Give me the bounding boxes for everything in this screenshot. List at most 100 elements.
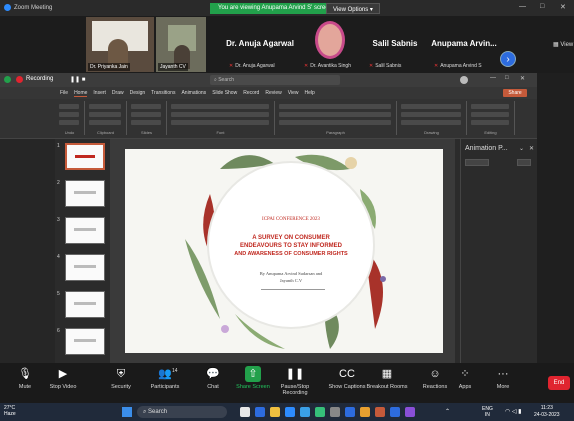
participant-name-text: Salil Sabnis (375, 63, 402, 69)
ribbon-control[interactable] (171, 104, 269, 109)
ribbon-control[interactable] (279, 120, 391, 125)
play-all-button[interactable] (465, 159, 489, 166)
view-button[interactable]: ▦ View (553, 41, 573, 48)
powerpoint-icon[interactable] (375, 407, 385, 417)
chrome-icon[interactable] (360, 407, 370, 417)
ribbon-control[interactable] (471, 112, 509, 117)
menu-item[interactable]: Record (243, 90, 259, 96)
authors-line: By Anupama Arvind Sudarsan and (259, 271, 323, 276)
ribbon-control[interactable] (171, 112, 269, 117)
word-icon[interactable] (390, 407, 400, 417)
participant-name-text: Dr. Anuja Agarwal (235, 63, 275, 69)
taskbar-search[interactable]: ⌕ Search (137, 406, 227, 418)
participant-name: Jayanth CV (158, 63, 188, 71)
slide-thumbnail[interactable] (65, 328, 105, 355)
maximize-icon[interactable]: □ (505, 75, 509, 81)
ribbon-control[interactable] (401, 112, 461, 117)
slide-thumbnail[interactable] (65, 291, 105, 318)
ribbon-control[interactable] (471, 120, 509, 125)
windows-taskbar: 27°C Haze ⌕ Search ⌃ ENG IN ◠ ◁ ▮ 11:23 2… (0, 403, 574, 421)
slide-thumbnail[interactable] (65, 217, 105, 244)
close-pane-icon[interactable]: ✕ (529, 145, 534, 152)
ribbon-control[interactable] (401, 120, 461, 125)
video-tile[interactable]: Dr. Priyanka Jain (86, 17, 154, 72)
slide-thumbnail[interactable] (65, 180, 105, 207)
close-icon[interactable]: ✕ (520, 75, 525, 82)
ribbon-control[interactable] (59, 104, 79, 109)
stop-video-button[interactable]: ▶ Stop Video (38, 366, 88, 390)
control-label: Show Captions (328, 384, 366, 390)
ribbon-control[interactable] (59, 120, 79, 125)
teams-icon[interactable] (405, 407, 415, 417)
breakout-rooms-button[interactable]: ▦ Breakout Rooms (362, 366, 412, 390)
wifi-volume-battery-icon[interactable]: ◠ ◁ ▮ (505, 408, 522, 415)
taskbar-clock[interactable]: 11:23 24-03-2023 (534, 405, 560, 419)
video-tile[interactable]: Salil Sabnis ✕ Salil Sabnis (365, 17, 425, 72)
grid-icon: ▦ (381, 368, 393, 380)
view-options-button[interactable]: View Options ▾ (326, 3, 380, 14)
slide-thumbnail[interactable] (65, 254, 105, 281)
mail-icon[interactable] (300, 407, 310, 417)
ribbon-control[interactable] (171, 120, 269, 125)
ribbon-control[interactable] (279, 104, 391, 109)
menu-item[interactable]: Design (130, 90, 146, 96)
video-tile[interactable]: Dr. Anuja Agarwal ✕ Dr. Anuja Agarwal (225, 17, 295, 72)
pause-recording-icon[interactable]: ❚❚ ■ (70, 76, 85, 83)
menu-item[interactable]: Slide Show (212, 90, 237, 96)
ribbon-control[interactable] (401, 104, 461, 109)
ribbon-control[interactable] (131, 104, 161, 109)
minimize-icon[interactable]: — (490, 75, 496, 81)
ribbon-control[interactable] (89, 120, 121, 125)
menu-item[interactable]: View (288, 90, 299, 96)
zoom-app-icon[interactable] (255, 407, 265, 417)
zoom-icon[interactable] (285, 407, 295, 417)
current-slide[interactable]: ICPAI CONFERENCE 2023 A SURVEY ON CONSUM… (125, 149, 443, 353)
ribbon-control[interactable] (59, 112, 79, 117)
more-button[interactable]: ··· More (478, 366, 528, 390)
menu-item[interactable]: Animations (181, 90, 206, 96)
menu-item[interactable]: Home (74, 90, 88, 97)
pause-stop-recording-button[interactable]: ❚❚ Pause/Stop Recording (270, 366, 320, 396)
ribbon-control[interactable] (89, 104, 121, 109)
ppt-search-input[interactable]: ⌕ Search (210, 75, 340, 85)
avatar[interactable] (460, 76, 468, 84)
windows-start-icon[interactable] (122, 407, 132, 417)
video-tile[interactable]: Anupama Arvin... ✕ Anupama Arvind S (430, 17, 498, 72)
security-button[interactable]: ⛨ Security (96, 366, 146, 390)
ribbon-group: Slides (127, 101, 167, 135)
weather-widget[interactable]: 27°C Haze (4, 405, 16, 417)
weather-text: Haze (4, 411, 16, 417)
file-explorer-icon[interactable] (270, 407, 280, 417)
menu-item[interactable]: Help (304, 90, 314, 96)
menu-item[interactable]: Review (265, 90, 281, 96)
reorder-buttons[interactable] (517, 159, 531, 166)
participants-button[interactable]: 👥 Participants 14 (140, 366, 190, 390)
menu-item[interactable]: Insert (93, 90, 106, 96)
language-indicator[interactable]: ENG IN (482, 406, 493, 418)
menu-item[interactable]: Transitions (151, 90, 175, 96)
edge-icon[interactable] (315, 407, 325, 417)
close-icon[interactable]: ✕ (560, 3, 566, 11)
minimize-icon[interactable]: — (519, 3, 526, 10)
ribbon-control[interactable] (279, 112, 391, 117)
maximize-icon[interactable]: □ (540, 3, 544, 10)
video-tile[interactable]: Jayanth CV (156, 17, 206, 72)
video-tile[interactable]: ✕ Dr. Avantika Singh (300, 17, 360, 72)
tray-chevron-icon[interactable]: ⌃ (445, 408, 450, 415)
menu-item[interactable]: File (60, 90, 68, 96)
menu-item[interactable]: Draw (112, 90, 124, 96)
end-button[interactable]: End (548, 376, 570, 390)
ribbon-control[interactable] (89, 112, 121, 117)
app-icon[interactable] (345, 407, 355, 417)
authors-line: Jayanth C.V (279, 278, 303, 283)
share-button[interactable]: Share (503, 89, 527, 97)
pane-options-icon[interactable]: ⌄ (519, 145, 524, 152)
task-view-icon[interactable] (240, 407, 250, 417)
next-page-button[interactable]: › (500, 51, 516, 67)
ribbon-control[interactable] (131, 112, 161, 117)
settings-icon[interactable] (330, 407, 340, 417)
ribbon-control[interactable] (471, 104, 509, 109)
title-circle: ICPAI CONFERENCE 2023 A SURVEY ON CONSUM… (207, 161, 375, 329)
ribbon-control[interactable] (131, 120, 161, 125)
slide-thumbnail[interactable] (65, 143, 105, 170)
